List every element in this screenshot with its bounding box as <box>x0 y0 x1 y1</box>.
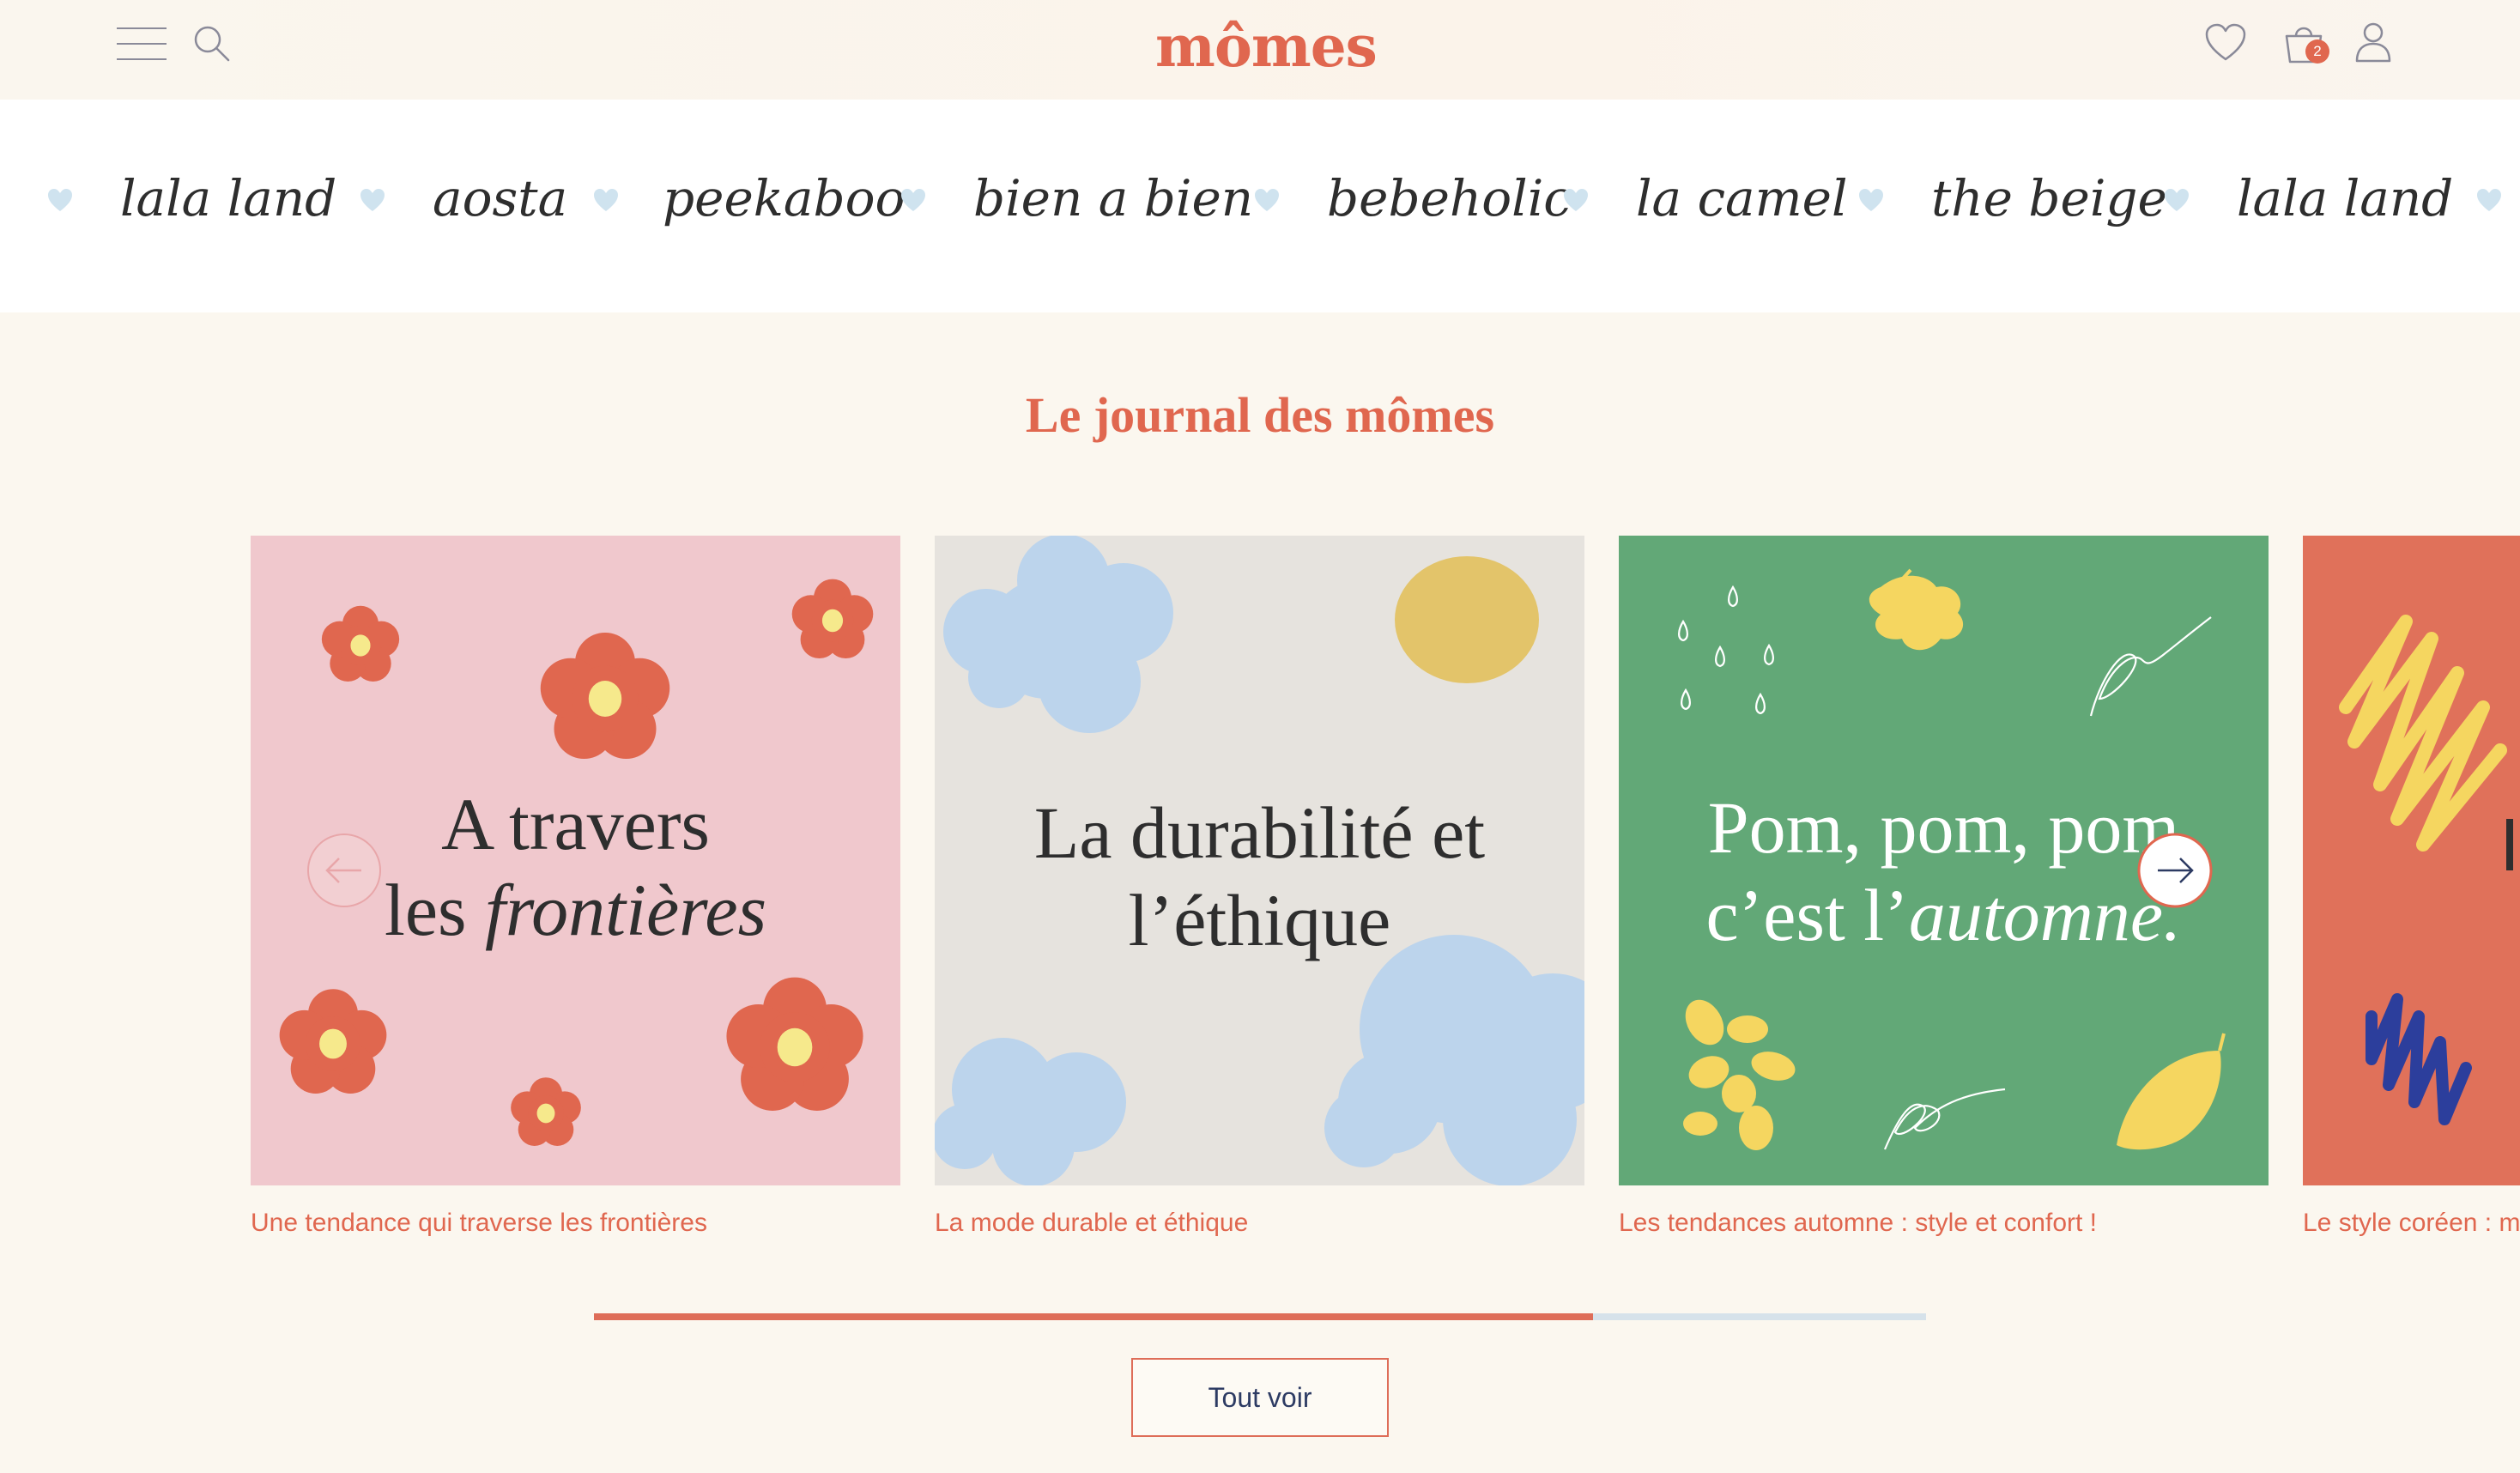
site-header: mômes 2 <box>0 0 2520 100</box>
brand-link[interactable]: lala land <box>2237 160 2453 237</box>
see-all-button[interactable]: Tout voir <box>1131 1358 1389 1437</box>
menu-icon[interactable] <box>117 27 167 60</box>
brand-link[interactable]: la camel <box>1636 160 1848 237</box>
card-caption[interactable]: La mode durable et éthique <box>935 1203 1248 1243</box>
next-arrow-icon[interactable] <box>2137 833 2213 908</box>
heart-icon <box>1859 189 1883 211</box>
section-title: Le journal des mômes <box>1025 387 1495 443</box>
card-title-line: La durabilité et <box>1033 791 1486 874</box>
heart-icon <box>48 189 72 211</box>
heart-icon <box>1255 189 1279 211</box>
brand-link[interactable]: the beige <box>1931 160 2167 237</box>
previous-arrow-icon[interactable] <box>306 833 382 908</box>
heart-icon <box>2165 189 2189 211</box>
brand-link[interactable]: bien a bien <box>973 160 1253 237</box>
brand-marquee: lala land aosta peekaboo bien a bien beb… <box>0 100 2520 312</box>
cart-count-badge: 2 <box>2305 39 2329 64</box>
heart-icon <box>594 189 618 211</box>
brand-link[interactable]: lala land <box>120 160 336 237</box>
card-illustration <box>2303 536 2520 1185</box>
journal-card[interactable] <box>2303 536 2520 1185</box>
carousel-progress-fill <box>594 1313 1593 1320</box>
brand-link[interactable]: bebeholic <box>1327 160 1572 237</box>
heart-icon <box>1564 189 1588 211</box>
brand-link[interactable]: peekaboo <box>663 160 905 237</box>
card-caption[interactable]: Les tendances automne : style et confort… <box>1619 1203 2097 1243</box>
card-caption[interactable]: Le style coréen : m <box>2303 1203 2520 1243</box>
card-title-line: l’éthique <box>1128 879 1391 961</box>
heart-icon[interactable] <box>2204 22 2247 64</box>
search-icon[interactable] <box>192 24 232 64</box>
brand-link[interactable]: aosta <box>433 160 567 237</box>
carousel-progress[interactable] <box>594 1313 1926 1320</box>
site-logo[interactable]: mômes <box>1155 3 1378 89</box>
card-caption[interactable]: Une tendance qui traverse les frontières <box>251 1203 707 1243</box>
heart-icon <box>2477 189 2501 211</box>
heart-icon <box>901 189 925 211</box>
user-icon[interactable] <box>2353 21 2393 64</box>
journal-card[interactable]: La durabilité et l’éthique <box>935 536 1584 1185</box>
heart-icon <box>360 189 385 211</box>
